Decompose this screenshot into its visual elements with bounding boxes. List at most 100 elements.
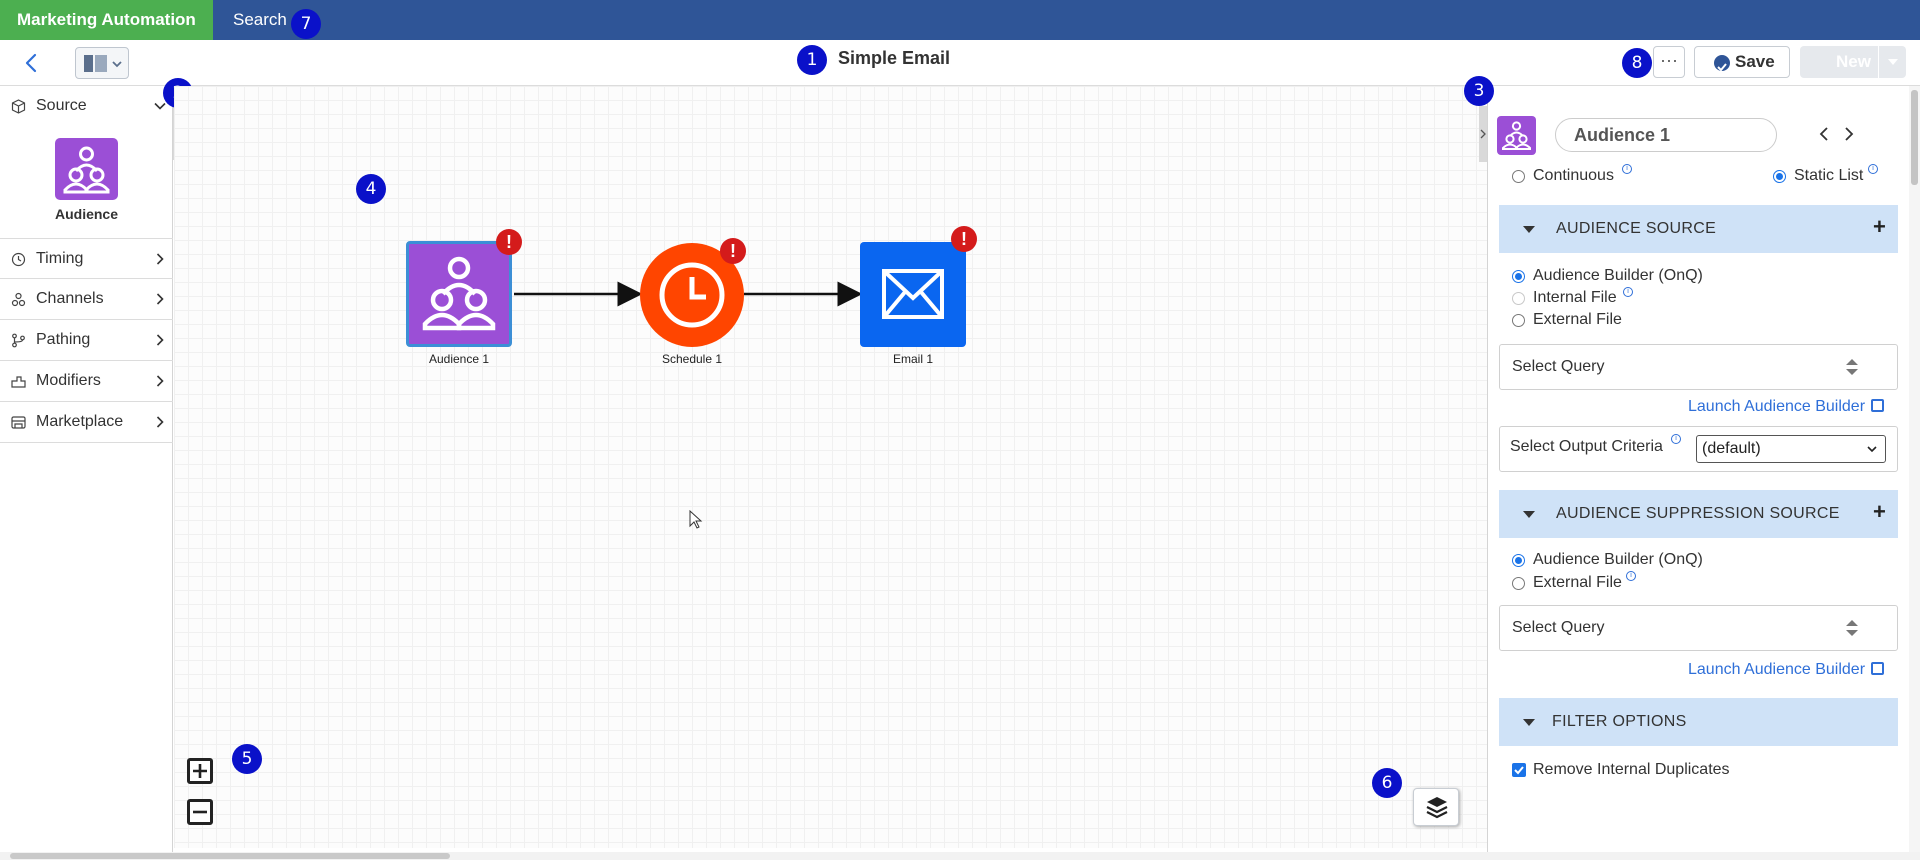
previous-node-icon[interactable] — [1815, 125, 1833, 143]
suppression-audience-builder-radio[interactable] — [1512, 554, 1525, 567]
suppression-external-file-radio[interactable] — [1512, 577, 1525, 590]
left-palette-panel: Source Audience Timing Channels Pathing … — [0, 86, 173, 860]
audience-source-tile[interactable] — [55, 138, 118, 200]
chevron-right-icon — [156, 375, 164, 387]
source-section-header[interactable]: Source — [0, 86, 173, 127]
new-button[interactable]: New — [1800, 46, 1906, 78]
static-list-radio[interactable] — [1773, 170, 1786, 183]
audience-builder-radio[interactable] — [1512, 270, 1525, 283]
horizontal-scroll-thumb[interactable] — [10, 853, 450, 859]
email-node[interactable] — [860, 242, 966, 347]
output-criteria-value: (default) — [1702, 440, 1761, 457]
page-title: Simple Email — [837, 48, 951, 68]
properties-scroll-thumb[interactable] — [1911, 90, 1918, 185]
node-name-field[interactable]: Audience 1 — [1555, 118, 1777, 152]
chevron-right-icon — [156, 416, 164, 428]
palette-item-channels[interactable]: Channels — [0, 279, 173, 320]
launch-audience-builder-link[interactable]: Launch Audience Builder — [1688, 398, 1885, 416]
channels-icon — [11, 292, 26, 307]
filter-options-section[interactable]: FILTER OPTIONS — [1499, 698, 1898, 746]
audience-suppression-section[interactable]: AUDIENCE SUPPRESSION SOURCE + — [1499, 490, 1898, 538]
node-label: Email 1 — [892, 352, 933, 366]
palette-item-pathing[interactable]: Pathing — [0, 320, 173, 361]
callout-badge-6: 6 — [1372, 768, 1402, 798]
store-icon — [11, 416, 26, 429]
audience-icon — [1502, 121, 1531, 150]
new-button-label: New — [1836, 52, 1871, 71]
link-label: Launch Audience Builder — [1688, 398, 1866, 415]
internal-file-radio[interactable] — [1512, 292, 1525, 305]
envelope-icon — [882, 269, 944, 319]
select-query-label: Select Query — [1512, 619, 1605, 636]
zoom-out-button[interactable] — [187, 799, 213, 825]
error-indicator[interactable]: ! — [720, 238, 746, 264]
callout-badge-7: 7 — [291, 9, 321, 39]
collapse-caret-icon — [1523, 511, 1535, 518]
radio-label: External File — [1533, 311, 1622, 328]
chevron-right-icon — [156, 334, 164, 346]
palette-item-timing[interactable]: Timing — [0, 238, 173, 279]
palette-item-modifiers[interactable]: Modifiers — [0, 361, 173, 402]
modifiers-icon — [11, 376, 26, 388]
palette-item-marketplace[interactable]: Marketplace — [0, 402, 173, 443]
radio-label: Audience Builder (OnQ) — [1533, 267, 1703, 284]
chevron-right-icon — [1480, 129, 1486, 139]
mouse-cursor-icon — [689, 510, 703, 529]
info-icon[interactable]: i — [1623, 287, 1633, 297]
palette-item-label: Timing — [36, 250, 84, 267]
branch-icon — [12, 333, 25, 348]
collapse-caret-icon — [1523, 226, 1535, 233]
split-divider — [1878, 46, 1879, 78]
external-file-radio[interactable] — [1512, 314, 1525, 327]
node-label: Schedule 1 — [661, 352, 723, 366]
save-button[interactable]: Save — [1694, 46, 1790, 78]
plus-icon — [193, 764, 207, 778]
properties-scrollbar[interactable] — [1909, 86, 1920, 852]
section-title: AUDIENCE SUPPRESSION SOURCE — [1556, 505, 1840, 522]
info-icon[interactable]: i — [1622, 164, 1632, 174]
audience-icon — [422, 256, 496, 331]
add-source-icon[interactable]: + — [1873, 216, 1886, 238]
section-title: FILTER OPTIONS — [1552, 713, 1687, 730]
callout-badge-5: 5 — [232, 744, 262, 774]
layers-button[interactable] — [1413, 788, 1459, 826]
error-indicator[interactable]: ! — [951, 226, 977, 252]
output-criteria-select[interactable]: (default) — [1696, 435, 1886, 463]
audience-node[interactable] — [406, 241, 512, 347]
zoom-in-button[interactable] — [187, 758, 213, 784]
continuous-label: Continuous — [1533, 167, 1614, 184]
suppression-select-query-dropdown[interactable]: Select Query — [1499, 605, 1898, 651]
add-suppression-icon[interactable]: + — [1873, 501, 1886, 523]
node-type-badge — [1497, 116, 1536, 155]
minus-icon — [193, 810, 207, 814]
checkmark-icon — [1514, 766, 1524, 775]
caret-down-icon[interactable] — [1888, 59, 1898, 65]
callout-badge-1: 1 — [797, 45, 827, 75]
select-query-dropdown[interactable]: Select Query — [1499, 344, 1898, 390]
select-query-label: Select Query — [1512, 358, 1605, 375]
continuous-radio[interactable] — [1512, 170, 1525, 183]
right-panel-collapse-handle[interactable] — [1479, 106, 1487, 162]
remove-duplicates-checkbox[interactable] — [1512, 763, 1526, 777]
chevron-down-icon — [1867, 446, 1877, 453]
source-label: Source — [36, 97, 87, 114]
app-brand[interactable]: Marketing Automation — [0, 0, 213, 40]
clock-icon — [11, 252, 26, 267]
collapse-caret-icon — [1523, 719, 1535, 726]
error-indicator[interactable]: ! — [496, 229, 522, 255]
info-icon[interactable]: i — [1671, 434, 1681, 444]
sort-arrows-icon — [1846, 620, 1858, 636]
palette-item-label: Pathing — [36, 331, 91, 348]
callout-badge-8: 8 — [1622, 48, 1652, 78]
more-options-button[interactable]: ··· — [1653, 46, 1685, 78]
info-icon[interactable]: i — [1626, 571, 1636, 581]
suppression-launch-audience-builder-link[interactable]: Launch Audience Builder — [1688, 661, 1885, 679]
section-title: AUDIENCE SOURCE — [1556, 220, 1717, 237]
external-link-icon — [1871, 399, 1885, 412]
audience-source-section[interactable]: AUDIENCE SOURCE + — [1499, 205, 1898, 253]
info-icon[interactable]: i — [1868, 164, 1878, 174]
nav-search[interactable]: Search — [233, 0, 287, 40]
next-node-icon[interactable] — [1840, 125, 1858, 143]
audience-tile-label: Audience — [54, 206, 118, 222]
chevron-right-icon — [156, 293, 164, 305]
